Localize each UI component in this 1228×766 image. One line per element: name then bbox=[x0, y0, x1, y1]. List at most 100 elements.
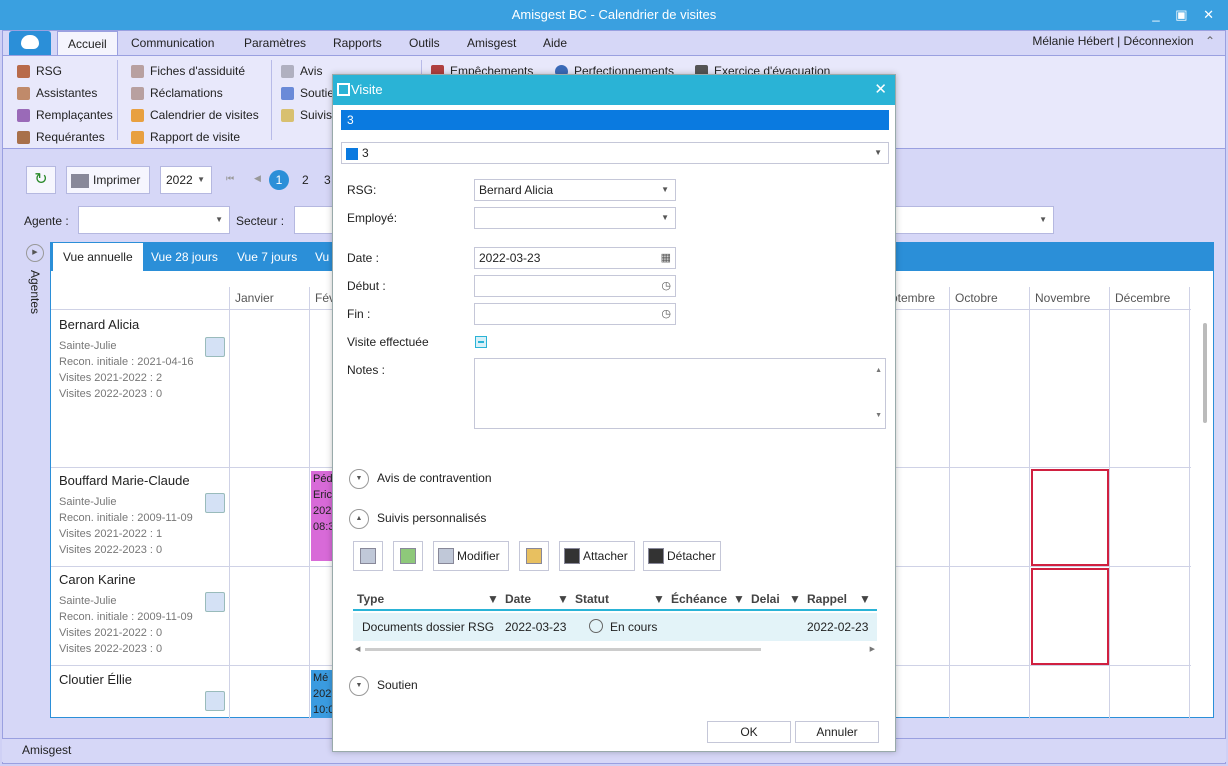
page-2[interactable]: 2 bbox=[302, 173, 309, 187]
visit-event[interactable]: Péd Eric 202 08:3 bbox=[311, 471, 333, 561]
scroll-down-icon[interactable]: ▼ bbox=[875, 406, 882, 426]
ribbon-suivis[interactable]: Suivis bbox=[281, 104, 334, 126]
notes-textarea[interactable]: ▲ ▼ bbox=[474, 358, 886, 429]
save-button[interactable] bbox=[353, 541, 383, 571]
year-select[interactable]: 2022 ▼ bbox=[160, 166, 212, 194]
collapse-ribbon-icon[interactable]: ⌃ bbox=[1205, 34, 1215, 48]
calendar-icon[interactable]: ▦ bbox=[661, 248, 671, 268]
date-label: Date : bbox=[347, 251, 380, 265]
filter-icon[interactable]: ▼ bbox=[487, 592, 499, 606]
col-rappel[interactable]: Rappel bbox=[807, 592, 847, 606]
tab-outils[interactable]: Outils bbox=[399, 31, 450, 55]
filter-icon[interactable]: ▼ bbox=[733, 592, 745, 606]
ribbon-rapport[interactable]: Rapport de visite bbox=[131, 126, 259, 148]
highlighted-cell[interactable] bbox=[1031, 568, 1109, 665]
filter-icon[interactable]: ▼ bbox=[653, 592, 665, 606]
cancel-button[interactable]: Annuler bbox=[795, 721, 879, 743]
tab-communication[interactable]: Communication bbox=[121, 31, 224, 55]
tab-accueil[interactable]: Accueil bbox=[57, 31, 118, 55]
agentes-side-panel[interactable]: ▶ Agentes bbox=[26, 244, 44, 314]
attacher-label: Attacher bbox=[583, 549, 628, 563]
section-suivis[interactable]: ▲ Suivis personnalisés bbox=[349, 509, 486, 529]
ribbon-rsg[interactable]: RSG bbox=[17, 60, 113, 82]
ribbon-reclamations[interactable]: Réclamations bbox=[131, 82, 259, 104]
page-3[interactable]: 3 bbox=[324, 173, 331, 187]
col-statut[interactable]: Statut bbox=[575, 592, 609, 606]
close-icon[interactable]: ✕ bbox=[874, 75, 887, 105]
collapse-icon[interactable]: ▲ bbox=[349, 509, 369, 529]
ribbon-assistantes[interactable]: Assistantes bbox=[17, 82, 113, 104]
clock-icon[interactable]: ◷ bbox=[661, 276, 671, 296]
col-echeance[interactable]: Échéance bbox=[671, 592, 727, 606]
employe-select[interactable]: ▼ bbox=[474, 207, 676, 229]
col-date[interactable]: Date bbox=[505, 592, 531, 606]
clock-icon[interactable]: ◷ bbox=[661, 304, 671, 324]
tab-vue-annuelle[interactable]: Vue annuelle bbox=[53, 243, 143, 271]
attacher-button[interactable]: Attacher bbox=[559, 541, 635, 571]
ok-button[interactable]: OK bbox=[707, 721, 791, 743]
agent-row[interactable]: Cloutier Éllie bbox=[59, 672, 132, 695]
add-button[interactable] bbox=[393, 541, 423, 571]
filter-icon[interactable]: ▼ bbox=[859, 592, 871, 606]
app-menu-button[interactable] bbox=[9, 31, 51, 55]
scroll-left-icon[interactable]: ◀ bbox=[355, 645, 360, 653]
tab-aide[interactable]: Aide bbox=[533, 31, 577, 55]
section-avis[interactable]: ▼ Avis de contravention bbox=[349, 469, 492, 489]
agente-select[interactable]: ▼ bbox=[78, 206, 230, 234]
expand-agentes-icon[interactable]: ▶ bbox=[26, 244, 44, 262]
logout-link[interactable]: Déconnexion bbox=[1124, 34, 1194, 48]
agent-row[interactable]: Bouffard Marie-Claude Sainte-Julie Recon… bbox=[59, 473, 193, 560]
agent-row[interactable]: Caron Karine Sainte-Julie Recon. initial… bbox=[59, 572, 193, 659]
fin-input[interactable]: ◷ bbox=[474, 303, 676, 325]
visit-event[interactable]: Mé 202 10:0 bbox=[311, 670, 333, 718]
tab-rapports[interactable]: Rapports bbox=[323, 31, 392, 55]
tab-vue-7-jours[interactable]: Vue 7 jours bbox=[227, 243, 307, 271]
ribbon-calendrier[interactable]: Calendrier de visites bbox=[131, 104, 259, 126]
ribbon-fiches[interactable]: Fiches d'assiduité bbox=[131, 60, 259, 82]
col-type[interactable]: Type bbox=[357, 592, 384, 606]
scroll-up-icon[interactable]: ▲ bbox=[875, 361, 882, 381]
event-text: Péd bbox=[313, 473, 333, 485]
rsg-select[interactable]: Bernard Alicia ▼ bbox=[474, 179, 676, 201]
section-suivis-label: Suivis personnalisés bbox=[377, 511, 487, 526]
agent-visits-1: Visites 2021-2022 : 1 bbox=[59, 528, 163, 540]
visite-effectuee-checkbox[interactable] bbox=[475, 336, 487, 348]
ribbon-avis[interactable]: Avis bbox=[281, 60, 334, 82]
tab-vue-28-jours[interactable]: Vue 28 jours bbox=[141, 243, 228, 271]
section-soutien[interactable]: ▼ Soutien bbox=[349, 676, 418, 696]
date-input[interactable]: 2022-03-23 ▦ bbox=[474, 247, 676, 269]
grid-line bbox=[1189, 287, 1190, 719]
expand-icon[interactable]: ▼ bbox=[349, 676, 369, 696]
filter-icon[interactable]: ▼ bbox=[789, 592, 801, 606]
detacher-button[interactable]: Détacher bbox=[643, 541, 721, 571]
col-delai[interactable]: Delai bbox=[751, 592, 780, 606]
filter-icon[interactable]: ▼ bbox=[557, 592, 569, 606]
print-button[interactable]: Imprimer bbox=[66, 166, 150, 194]
table-row[interactable]: Documents dossier RSG 2022-03-23 En cour… bbox=[353, 613, 877, 641]
prev-page-icon[interactable]: ◀ bbox=[254, 173, 261, 184]
debut-input[interactable]: ◷ bbox=[474, 275, 676, 297]
scrollbar-thumb[interactable] bbox=[365, 648, 761, 651]
type-select[interactable]: 3 ▼ bbox=[341, 142, 889, 164]
house-icon bbox=[131, 108, 144, 122]
vertical-scrollbar[interactable] bbox=[1201, 313, 1209, 717]
window-controls[interactable]: _ ▣ ✕ bbox=[1152, 0, 1220, 30]
modifier-button[interactable]: Modifier bbox=[433, 541, 509, 571]
scroll-right-icon[interactable]: ▶ bbox=[870, 645, 875, 653]
tab-amisgest[interactable]: Amisgest bbox=[457, 31, 526, 55]
horizontal-scrollbar[interactable]: ◀ ▶ bbox=[353, 645, 877, 653]
page-1[interactable]: 1 bbox=[269, 170, 289, 190]
highlighted-cell[interactable] bbox=[1031, 469, 1109, 566]
ribbon-requerantes[interactable]: Requérantes bbox=[17, 126, 113, 148]
checklist-icon bbox=[281, 108, 294, 122]
ribbon-soutien[interactable]: Soutie bbox=[281, 82, 334, 104]
event-text: 202 bbox=[313, 688, 332, 700]
first-page-icon[interactable]: ⏮ bbox=[226, 173, 234, 184]
tab-parametres[interactable]: Paramètres bbox=[234, 31, 316, 55]
refresh-button[interactable]: ↻ bbox=[26, 166, 56, 194]
ribbon-remplacantes[interactable]: Remplaçantes bbox=[17, 104, 113, 126]
agent-row[interactable]: Bernard Alicia Sainte-Julie Recon. initi… bbox=[59, 317, 194, 404]
scrollbar-thumb[interactable] bbox=[1203, 323, 1207, 423]
delete-button[interactable] bbox=[519, 541, 549, 571]
expand-icon[interactable]: ▼ bbox=[349, 469, 369, 489]
